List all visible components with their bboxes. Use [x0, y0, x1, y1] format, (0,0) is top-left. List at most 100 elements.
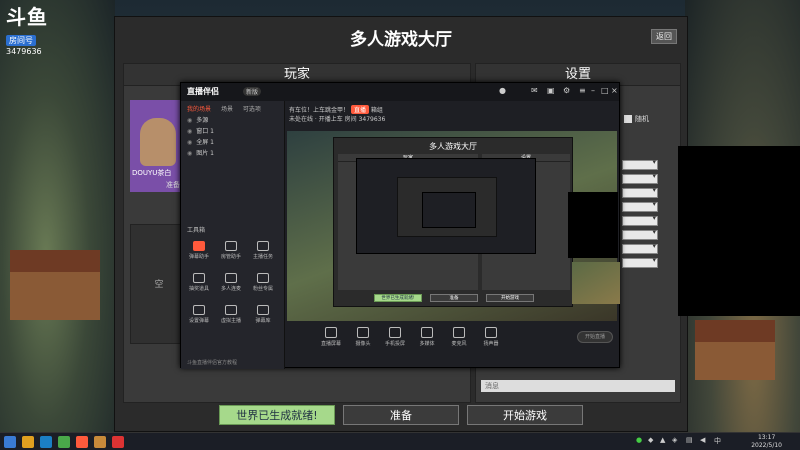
- tool-room-admin[interactable]: 房管助手: [217, 241, 245, 260]
- steam-icon[interactable]: [40, 436, 52, 448]
- companion-logo: 直播伴侣: [187, 87, 219, 96]
- tool-set-danmaku[interactable]: 设置弹幕: [185, 305, 213, 324]
- mail-icon[interactable]: ✉: [531, 86, 538, 95]
- scene-item-label: 图片 1: [196, 150, 214, 157]
- tab-scene[interactable]: 场景: [221, 106, 233, 113]
- mic-icon: [453, 327, 465, 338]
- setting-dropdown-2[interactable]: [622, 172, 658, 184]
- companion-version[interactable]: 新版: [243, 87, 262, 96]
- source-screen[interactable]: 直播屏幕: [317, 327, 345, 347]
- player-ready-tag: 准备: [166, 181, 180, 189]
- tool-virtual-host[interactable]: 虚拟主播: [217, 305, 245, 324]
- tool-tasks[interactable]: 主播任务: [249, 241, 277, 260]
- world-ready-button[interactable]: 世界已生成就绪!: [219, 405, 335, 425]
- tutorial-note[interactable]: 斗鱼直播伴侣官方教程: [187, 359, 237, 366]
- eye-icon[interactable]: ◉: [187, 117, 192, 124]
- nested-ready: 准备: [430, 294, 478, 302]
- info-line: 未处在线 · 开播上车: [289, 116, 343, 123]
- background-left: [0, 0, 115, 432]
- eye-icon[interactable]: ◉: [187, 139, 192, 146]
- player-avatar: [140, 118, 176, 166]
- ready-button[interactable]: 准备: [343, 405, 459, 425]
- media-icon: [421, 327, 433, 338]
- scene-item-label: 窗口 1: [196, 128, 214, 135]
- eye-icon[interactable]: ◉: [187, 150, 192, 157]
- maximize-icon[interactable]: □: [601, 86, 609, 95]
- virtual-host-icon: [225, 305, 237, 315]
- admin-icon: [225, 241, 237, 251]
- setting-dropdown-8[interactable]: [622, 256, 658, 268]
- menu-icon[interactable]: ≡: [579, 86, 586, 95]
- message-input[interactable]: 消息: [481, 380, 675, 392]
- tray-icon[interactable]: ◈: [672, 436, 677, 444]
- tray-icon[interactable]: ▲: [660, 436, 665, 444]
- setting-dropdown-4[interactable]: [622, 200, 658, 212]
- logo-brand: 斗鱼: [6, 5, 48, 29]
- eye-icon[interactable]: ◉: [187, 128, 192, 135]
- source-phone[interactable]: 手机投屏: [381, 327, 409, 347]
- companion-titlebar: 直播伴侣 新版 ● ✉ ▣ ⚙ ≡ – □ ×: [181, 83, 619, 101]
- scene-item[interactable]: ◉ 图片 1: [181, 148, 284, 159]
- gift-icon[interactable]: ▣: [547, 86, 555, 95]
- setting-dropdown-5[interactable]: [622, 214, 658, 226]
- tab-options[interactable]: 可选项: [243, 106, 261, 113]
- setting-dropdown-3[interactable]: [622, 186, 658, 198]
- task-icon: [257, 241, 269, 251]
- toolbox-heading: 工具箱: [187, 227, 206, 234]
- live-title[interactable]: 有车位！上车跳金甲！: [289, 107, 349, 114]
- fans-icon: [257, 273, 269, 283]
- input-method-icon[interactable]: 中: [714, 436, 721, 446]
- scene-tabs: 我的场景 场景 可选项: [181, 101, 284, 115]
- scene-item-label: 多源: [196, 117, 209, 124]
- tool-multi-mic[interactable]: 多人连麦: [217, 273, 245, 292]
- source-media[interactable]: 多媒体: [413, 327, 441, 347]
- volume-icon[interactable]: ◀: [700, 436, 705, 444]
- nested-action-bar: 世界已生成就绪! 准备 开始游戏: [374, 294, 534, 303]
- checkbox-box: [624, 115, 632, 123]
- system-clock[interactable]: 13:17 2022/5/10: [751, 434, 782, 450]
- tool-fans[interactable]: 粉丝专属: [249, 273, 277, 292]
- tab-my-scene[interactable]: 我的场景: [187, 106, 211, 113]
- random-checkbox[interactable]: 随机: [624, 114, 649, 124]
- tray-green-icon[interactable]: ●: [636, 436, 642, 444]
- companion-sidebar: 我的场景 场景 可选项 ◉ 多源 ◉ 窗口 1 ◉ 全屏 1 ◉ 图片 1 工具箱 弹幕…: [181, 101, 285, 369]
- douyu-companion-icon[interactable]: [76, 436, 88, 448]
- source-speaker[interactable]: 扬声器: [477, 327, 505, 347]
- black-region-small: [568, 192, 618, 258]
- start-live-button[interactable]: 开始直播: [577, 331, 613, 343]
- network-icon[interactable]: ▤: [686, 436, 693, 444]
- speaker-icon: [485, 327, 497, 338]
- app-icon[interactable]: [58, 436, 70, 448]
- tray-icon[interactable]: ◆: [648, 436, 653, 444]
- background-house: [10, 250, 100, 320]
- scene-item[interactable]: ◉ 全屏 1: [181, 137, 284, 148]
- taskbar: ● ◆ ▲ ◈ ▤ ◀ 中 13:17 2022/5/10: [0, 432, 800, 450]
- settings-icon[interactable]: ⚙: [563, 86, 570, 95]
- back-button[interactable]: 返回: [651, 29, 677, 44]
- start-game-button[interactable]: 开始游戏: [467, 405, 583, 425]
- lobby-action-bar: 世界已生成就绪! 准备 开始游戏: [115, 405, 687, 427]
- camera-icon: [357, 327, 369, 338]
- setting-dropdown-1[interactable]: [622, 158, 658, 170]
- explorer-icon[interactable]: [22, 436, 34, 448]
- nested-lobby-2: [397, 177, 497, 237]
- avatar-icon[interactable]: ●: [499, 86, 506, 95]
- windows-start-icon[interactable]: [4, 436, 16, 448]
- close-icon[interactable]: ×: [611, 86, 618, 95]
- tool-danmaku-lib[interactable]: 弹幕库: [249, 305, 277, 324]
- game-icon[interactable]: [94, 436, 106, 448]
- source-mic[interactable]: 麦克风: [445, 327, 473, 347]
- scene-item[interactable]: ◉ 多源: [181, 115, 284, 126]
- douyu-app-icon[interactable]: [112, 436, 124, 448]
- setting-dropdown-6[interactable]: [622, 228, 658, 240]
- player-name: DOUYU茶白: [132, 169, 172, 177]
- source-camera[interactable]: 摄像头: [349, 327, 377, 347]
- source-toolbar: 直播屏幕 摄像头 手机投屏 多媒体 麦克风 扬声器 开始直播: [287, 325, 617, 365]
- minimize-icon[interactable]: –: [591, 86, 595, 95]
- setting-dropdown-7[interactable]: [622, 242, 658, 254]
- lottery-icon: [193, 273, 205, 283]
- tool-danmaku[interactable]: 弹幕助手: [185, 241, 213, 260]
- tool-lottery[interactable]: 抽奖道具: [185, 273, 213, 292]
- scene-item[interactable]: ◉ 窗口 1: [181, 126, 284, 137]
- room-label: 房间: [344, 116, 357, 123]
